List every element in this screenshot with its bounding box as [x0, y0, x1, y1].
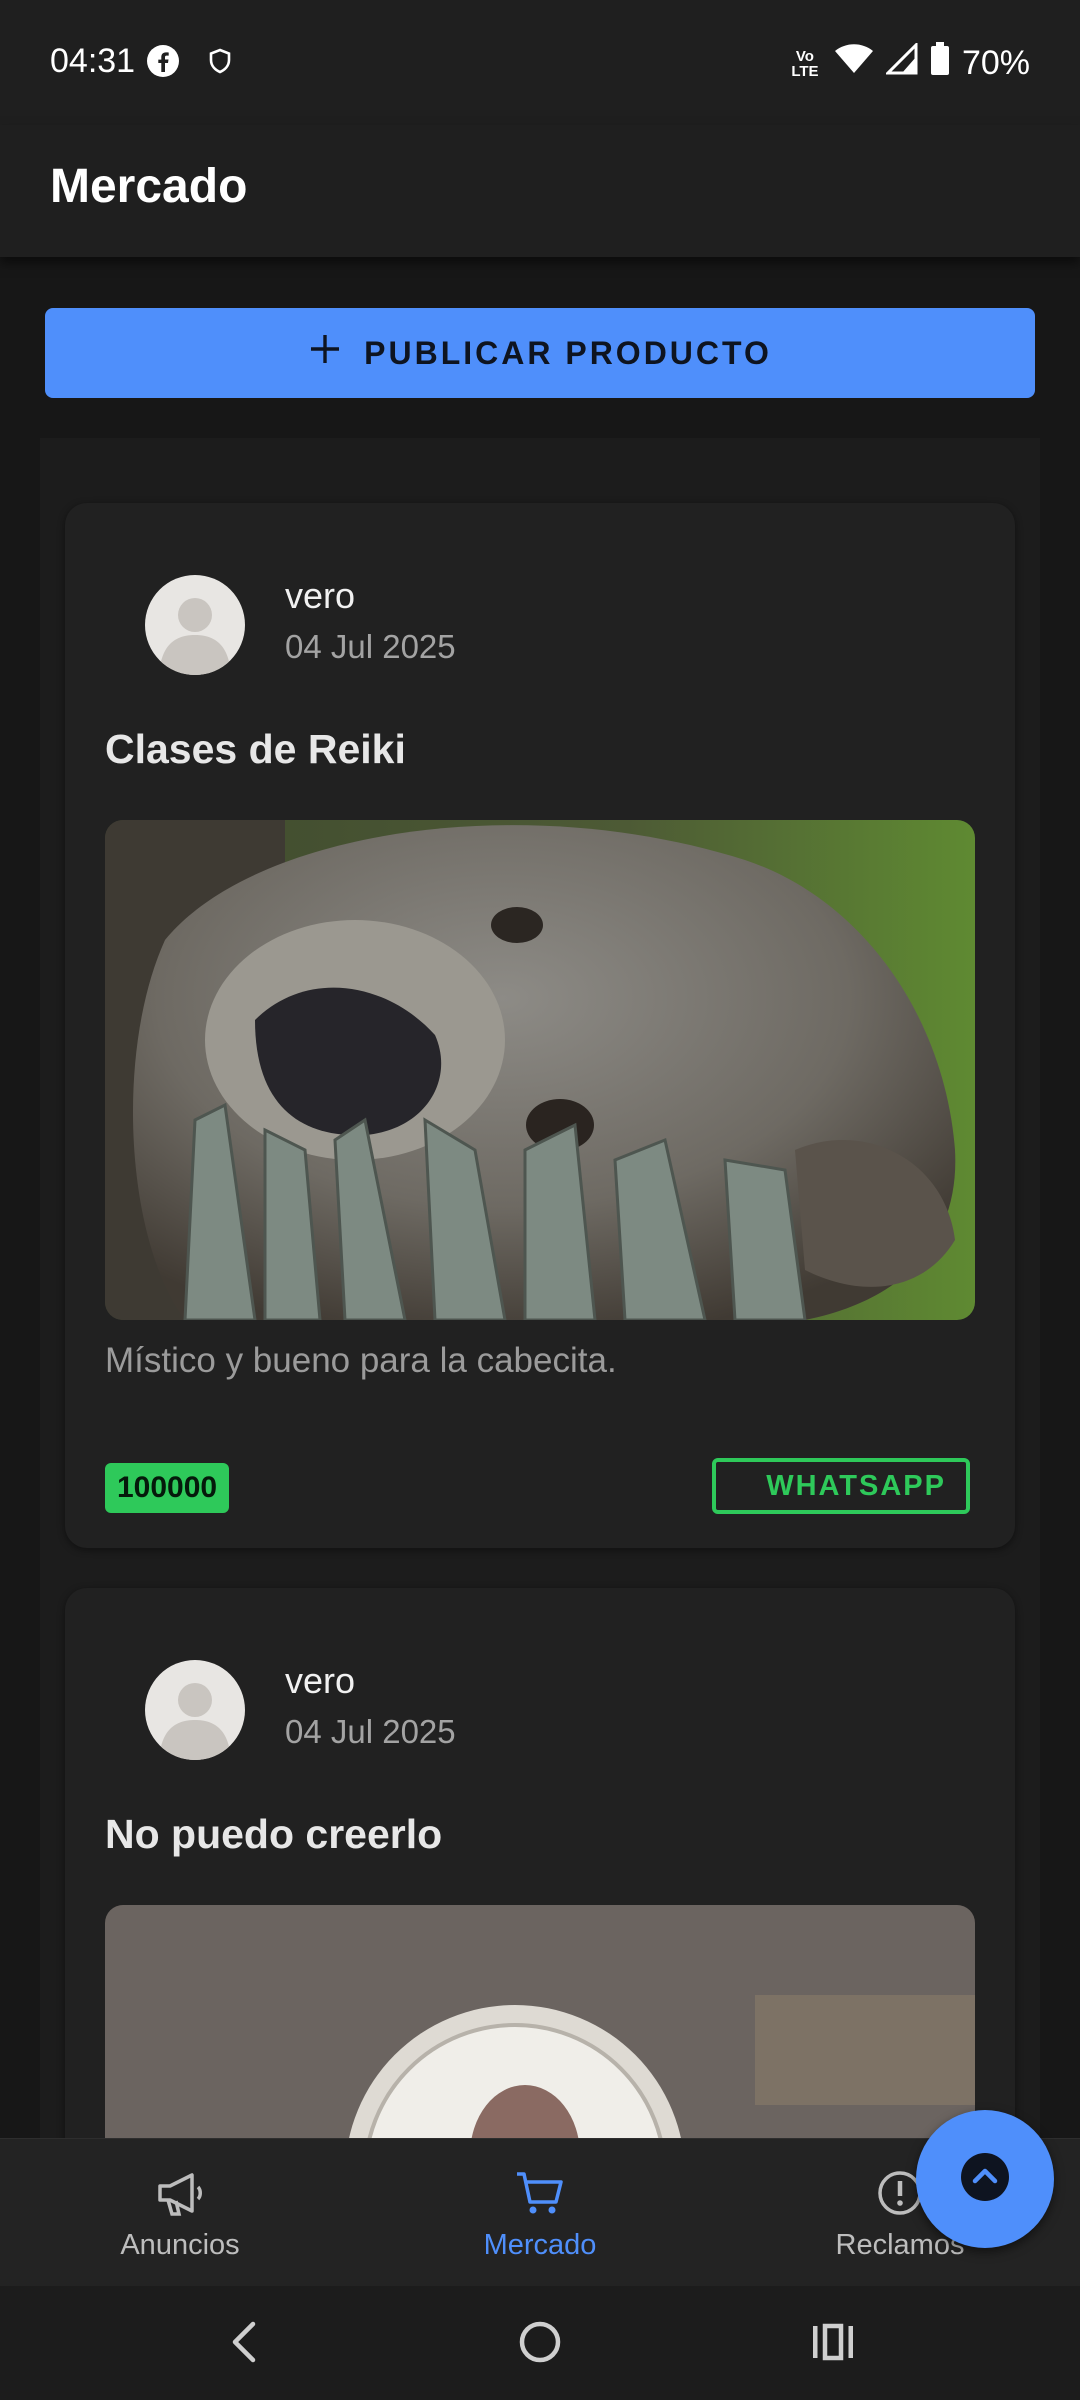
nav-label: Anuncios [120, 2229, 240, 2261]
publish-product-button[interactable]: PUBLICAR PRODUCTO [45, 308, 1035, 398]
chevron-up-icon [961, 2152, 1009, 2206]
product-list[interactable]: vero 04 Jul 2025 Clases de Reiki Místico… [40, 438, 1040, 2138]
system-nav-bar [0, 2286, 1080, 2400]
product-card[interactable]: vero 04 Jul 2025 No puedo creerlo [65, 1588, 1015, 2138]
coin-image [105, 1905, 975, 2138]
status-bar: 04:31 Vo LTE 70% [0, 0, 1080, 125]
wifi-icon [834, 43, 874, 84]
status-time: 04:31 [50, 42, 136, 80]
megaphone-icon [0, 2165, 360, 2221]
avatar [145, 1660, 245, 1760]
post-image[interactable] [105, 820, 975, 1320]
post-title: No puedo creerlo [105, 1811, 443, 1857]
home-icon[interactable] [518, 2320, 562, 2369]
publish-button-label: PUBLICAR PRODUCTO [364, 334, 772, 371]
app-bar: Mercado [0, 125, 1080, 257]
signal-icon [884, 41, 918, 84]
volte-icon: Vo LTE [791, 47, 819, 80]
back-icon[interactable] [225, 2320, 265, 2369]
post-date: 04 Jul 2025 [285, 628, 456, 665]
post-author: vero [285, 1660, 356, 1701]
facebook-icon [146, 44, 180, 83]
page-title: Mercado [50, 160, 248, 213]
scroll-top-fab[interactable] [916, 2110, 1054, 2248]
nav-item-mercado[interactable]: Mercado [360, 2165, 720, 2262]
battery-icon [930, 42, 950, 85]
whatsapp-button[interactable]: WHATSAPP [712, 1458, 970, 1514]
price-badge: 100000 [105, 1463, 230, 1513]
nav-item-anuncios[interactable]: Anuncios [0, 2165, 360, 2262]
avatar [145, 575, 245, 675]
nav-label: Mercado [483, 2229, 597, 2261]
shield-icon [208, 48, 232, 79]
battery-percentage: 70% [961, 44, 1030, 82]
cart-icon [360, 2165, 720, 2221]
post-author: vero [285, 575, 356, 616]
post-title: Clases de Reiki [105, 726, 406, 772]
recents-icon[interactable] [811, 2322, 855, 2367]
bear-image [105, 820, 975, 1320]
product-card[interactable]: vero 04 Jul 2025 Clases de Reiki Místico… [65, 503, 1015, 1548]
post-image[interactable] [105, 1905, 975, 2138]
post-date: 04 Jul 2025 [285, 1713, 456, 1750]
post-description: Místico y bueno para la cabecita. [105, 1341, 617, 1380]
plus-icon [308, 332, 342, 374]
